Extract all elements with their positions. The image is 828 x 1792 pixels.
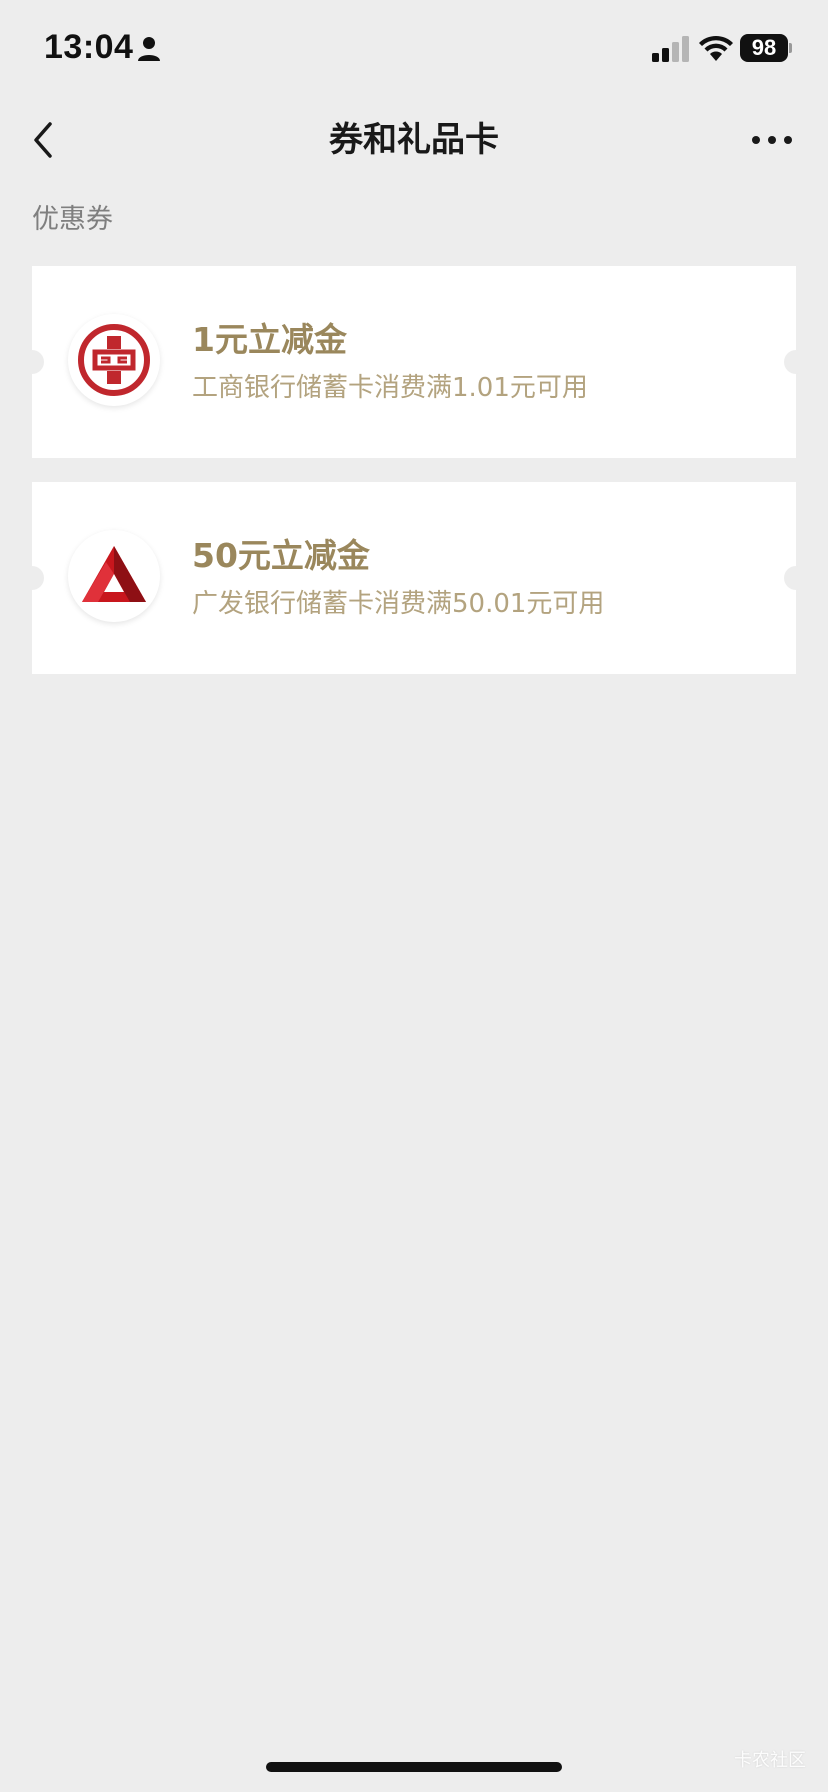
coupon-description: 工商银行储蓄卡消费满1.01元可用 bbox=[192, 373, 588, 403]
page-title: 券和礼品卡 bbox=[329, 120, 499, 160]
screen: 13:04 98 券和礼品卡 优惠券 1元立减金 工商银行储蓄卡消费满1.01元… bbox=[0, 0, 828, 1792]
ticket-notch bbox=[20, 566, 44, 590]
battery-level: 98 bbox=[751, 35, 777, 60]
coupon-title: 1元立减金 bbox=[192, 320, 347, 359]
ticket-notch bbox=[20, 350, 44, 374]
status-time: 13:04 bbox=[44, 28, 134, 66]
section-label-coupons: 优惠券 bbox=[32, 204, 113, 235]
coupon-description: 广发银行储蓄卡消费满50.01元可用 bbox=[192, 589, 605, 619]
coupon-card[interactable]: 1元立减金 工商银行储蓄卡消费满1.01元可用 bbox=[20, 266, 808, 458]
status-bar: 13:04 98 bbox=[0, 0, 828, 100]
ticket-notch bbox=[784, 566, 808, 590]
cgb-logo-icon bbox=[68, 530, 160, 622]
coupon-title: 50元立减金 bbox=[192, 536, 370, 575]
battery-indicator: 98 bbox=[740, 34, 792, 64]
wifi-icon bbox=[699, 35, 733, 61]
ticket-notch bbox=[784, 350, 808, 374]
cellular-signal-icon bbox=[652, 36, 689, 62]
person-icon bbox=[138, 37, 160, 61]
watermark: 卡农社区 bbox=[734, 1750, 806, 1771]
home-indicator[interactable] bbox=[266, 1762, 562, 1772]
coupon-card[interactable]: 50元立减金 广发银行储蓄卡消费满50.01元可用 bbox=[20, 482, 808, 674]
more-options-icon[interactable] bbox=[748, 122, 796, 158]
battery-tip bbox=[789, 43, 792, 53]
icbc-logo-icon bbox=[68, 314, 160, 406]
